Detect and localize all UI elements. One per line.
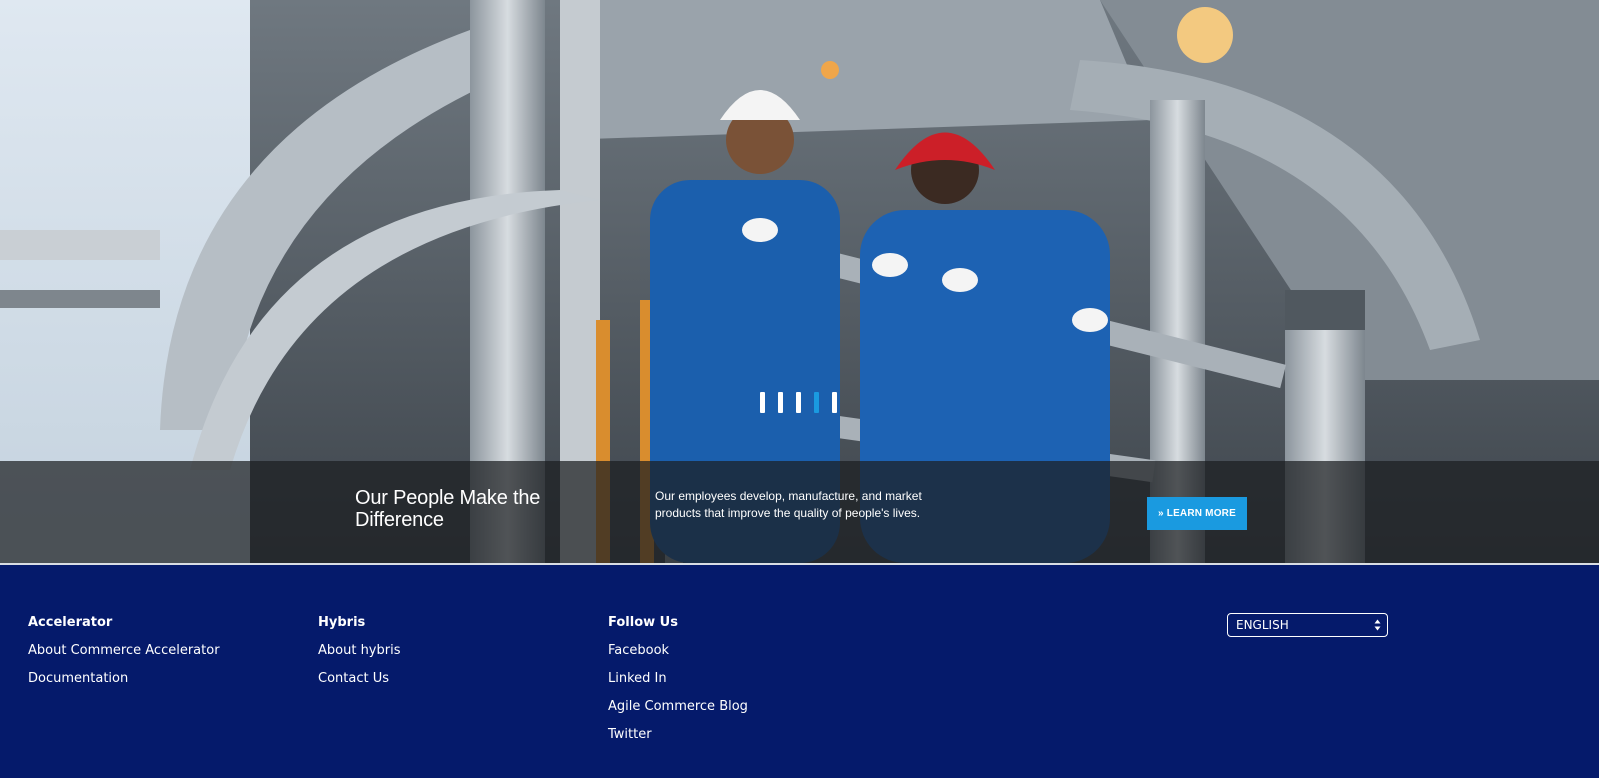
hero-description: Our employees develop, manufacture, and … [655,489,922,520]
footer-heading: Follow Us [608,615,678,630]
hero-caption: Our People Make the Difference Our emplo… [0,461,1599,563]
carousel-dot[interactable] [760,392,765,413]
footer-link-linked-in[interactable]: Linked In [608,670,748,687]
footer-column-follow-us: Follow Us Facebook Linked In Agile Comme… [608,614,748,754]
carousel-dot[interactable] [796,392,801,413]
footer-link-twitter[interactable]: Twitter [608,726,748,743]
footer-link-agile-commerce-blog[interactable]: Agile Commerce Blog [608,698,748,715]
language-select[interactable]: ENGLISH [1227,613,1388,637]
footer-heading: Hybris [318,615,366,630]
carousel-indicators [760,392,837,413]
carousel-dot-active[interactable] [814,392,819,413]
footer-heading: Accelerator [28,615,113,630]
footer-link-contact-us[interactable]: Contact Us [318,670,400,687]
carousel-dot[interactable] [778,392,783,413]
select-arrows-icon [1374,619,1381,631]
language-select-value: ENGLISH [1236,618,1289,632]
page: Our People Make the Difference Our emplo… [0,0,1599,778]
footer-link-about-hybris[interactable]: About hybris [318,642,400,659]
footer-column-accelerator: Accelerator About Commerce Accelerator D… [28,614,220,698]
learn-more-button[interactable]: » LEARN MORE [1147,497,1247,530]
carousel-dot[interactable] [832,392,837,413]
footer-column-hybris: Hybris About hybris Contact Us [318,614,400,698]
footer-link-documentation[interactable]: Documentation [28,670,220,687]
footer: Accelerator About Commerce Accelerator D… [0,563,1599,778]
hero-carousel: Our People Make the Difference Our emplo… [0,0,1599,563]
footer-link-about-commerce-accelerator[interactable]: About Commerce Accelerator [28,642,220,659]
footer-link-facebook[interactable]: Facebook [608,642,748,659]
hero-title: Our People Make the Difference [355,487,541,531]
